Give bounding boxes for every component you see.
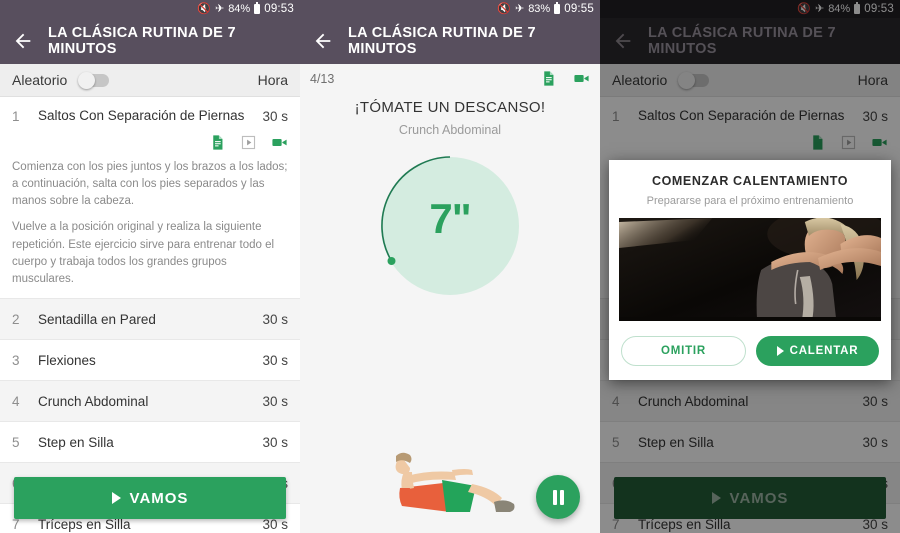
back-arrow-icon[interactable] <box>12 30 34 52</box>
app-bar: LA CLÁSICA RUTINA DE 7 MINUTOS <box>0 18 300 64</box>
page-title: LA CLÁSICA RUTINA DE 7 MINUTOS <box>48 25 236 57</box>
next-exercise-name: Crunch Abdominal <box>398 123 502 137</box>
pause-icon <box>552 489 557 505</box>
exercise-progress-count: 4/13 <box>310 71 335 86</box>
play-triangle-icon <box>776 346 784 356</box>
dialog-actions: OMITIR CALENTAR <box>609 321 891 380</box>
exercise-description: Comienza con los pies juntos y los brazo… <box>12 153 288 289</box>
exercise-number: 4 <box>12 393 20 409</box>
clock-time: 09:53 <box>264 3 294 15</box>
battery-percent: 83% <box>528 3 551 15</box>
app-bar: LA CLÁSICA RUTINA DE 7 MINUTOS <box>300 18 600 64</box>
exercise-number: 1 <box>12 109 20 124</box>
pause-button[interactable] <box>536 475 580 519</box>
play-box-icon[interactable] <box>240 134 257 151</box>
exercise-row[interactable]: 5 Step en Silla 30 s <box>0 422 300 464</box>
warmup-button[interactable]: CALENTAR <box>756 336 879 366</box>
shuffle-toggle[interactable] <box>78 71 110 89</box>
exercise-row-expanded[interactable]: 1 Saltos Con Separación de Piernas 30 s … <box>0 97 300 300</box>
exercise-time: 30 s <box>262 393 288 409</box>
start-workout-button[interactable]: VAMOS <box>14 477 286 519</box>
crunch-exercise-figure <box>395 452 515 512</box>
exercise-number: 7 <box>12 516 20 532</box>
exercise-number: 3 <box>12 352 20 368</box>
battery-icon <box>254 2 261 14</box>
exercise-name: Sentadilla en Pared <box>38 311 156 327</box>
pause-icon-bar-2 <box>559 489 564 505</box>
exercise-name: Flexiones <box>38 352 96 368</box>
exercise-number: 2 <box>12 311 20 327</box>
exercise-name: Tríceps en Silla <box>38 516 131 532</box>
video-camera-icon[interactable] <box>573 70 590 87</box>
countdown-circle: 7" <box>300 137 600 301</box>
exercise-row[interactable]: 4 Crunch Abdominal 30 s <box>0 381 300 423</box>
rest-timer-body: 4/13 ¡TÓMATE UN DESCANSO! Crunch Abdomin… <box>300 64 600 533</box>
exercise-name: Saltos Con Separación de Piernas <box>38 108 245 123</box>
description-paragraph-2: Vuelve a la posición original y realiza … <box>12 221 275 286</box>
exercise-name: Crunch Abdominal <box>38 393 149 409</box>
countdown-seconds: 7" <box>429 195 471 242</box>
mute-icon: 🔇 <box>197 2 211 15</box>
exercise-time: 30 s <box>262 434 288 450</box>
woman-stretching-photo <box>619 218 881 321</box>
panel-rest-timer: 🔇 ✈ 83% 09:55 LA CLÁSICA RUTINA DE 7 MIN… <box>300 0 600 533</box>
mute-icon: 🔇 <box>497 2 511 15</box>
shuffle-label: Aleatorio <box>12 72 68 88</box>
start-workout-label: VAMOS <box>129 489 189 507</box>
battery-icon <box>554 2 561 14</box>
skip-button-label: OMITIR <box>660 345 707 357</box>
exercise-row[interactable]: 2 Sentadilla en Pared 30 s <box>0 299 300 341</box>
exercise-time: 30 s <box>262 352 288 368</box>
warmup-dialog: COMENZAR CALENTAMIENTO Prepararse para e… <box>609 160 891 380</box>
exercise-time: 30 s <box>262 311 288 327</box>
description-paragraph-1: Comienza con los pies juntos y los brazo… <box>12 160 288 208</box>
exercise-number: 5 <box>12 434 20 450</box>
play-triangle-icon <box>111 492 121 504</box>
warmup-photo <box>619 218 881 321</box>
status-bar: 🔇 ✈ 83% 09:55 <box>300 0 600 18</box>
list-header: Aleatorio Hora <box>0 64 300 97</box>
warmup-button-label: CALENTAR <box>789 345 859 357</box>
time-column-label: Hora <box>257 72 288 88</box>
rest-heading: ¡TÓMATE UN DESCANSO! <box>354 99 546 116</box>
skip-button[interactable]: OMITIR <box>621 336 746 366</box>
panel-warmup-dialog: 🔇 ✈ 84% 09:53 LA CLÁSICA RUTINA DE 7 MIN… <box>600 0 900 533</box>
dialog-title: COMENZAR CALENTAMIENTO <box>651 174 849 188</box>
status-bar: 🔇 ✈ 84% 09:53 <box>0 0 300 18</box>
exercise-media-icons <box>12 126 288 153</box>
exercise-row[interactable]: 3 Flexiones 30 s <box>0 340 300 382</box>
exercise-time: 30 s <box>262 516 288 532</box>
airplane-icon: ✈ <box>214 2 225 15</box>
document-icon[interactable] <box>209 134 226 151</box>
panel-exercise-list: 🔇 ✈ 84% 09:53 LA CLÁSICA RUTINA DE 7 MIN… <box>0 0 300 533</box>
video-camera-icon[interactable] <box>271 134 288 151</box>
airplane-icon: ✈ <box>514 2 525 15</box>
exercise-name: Step en Silla <box>38 434 114 450</box>
battery-percent: 84% <box>228 3 251 15</box>
timer-top-bar: 4/13 <box>300 64 600 87</box>
document-icon[interactable] <box>540 70 557 87</box>
dialog-subtitle: Prepararse para el próximo entrenamiento <box>646 195 854 207</box>
clock-time: 09:55 <box>564 3 594 15</box>
exercise-time: 30 s <box>262 109 288 124</box>
page-title: LA CLÁSICA RUTINA DE 7 MINUTOS <box>348 25 536 57</box>
back-arrow-icon[interactable] <box>312 30 334 52</box>
